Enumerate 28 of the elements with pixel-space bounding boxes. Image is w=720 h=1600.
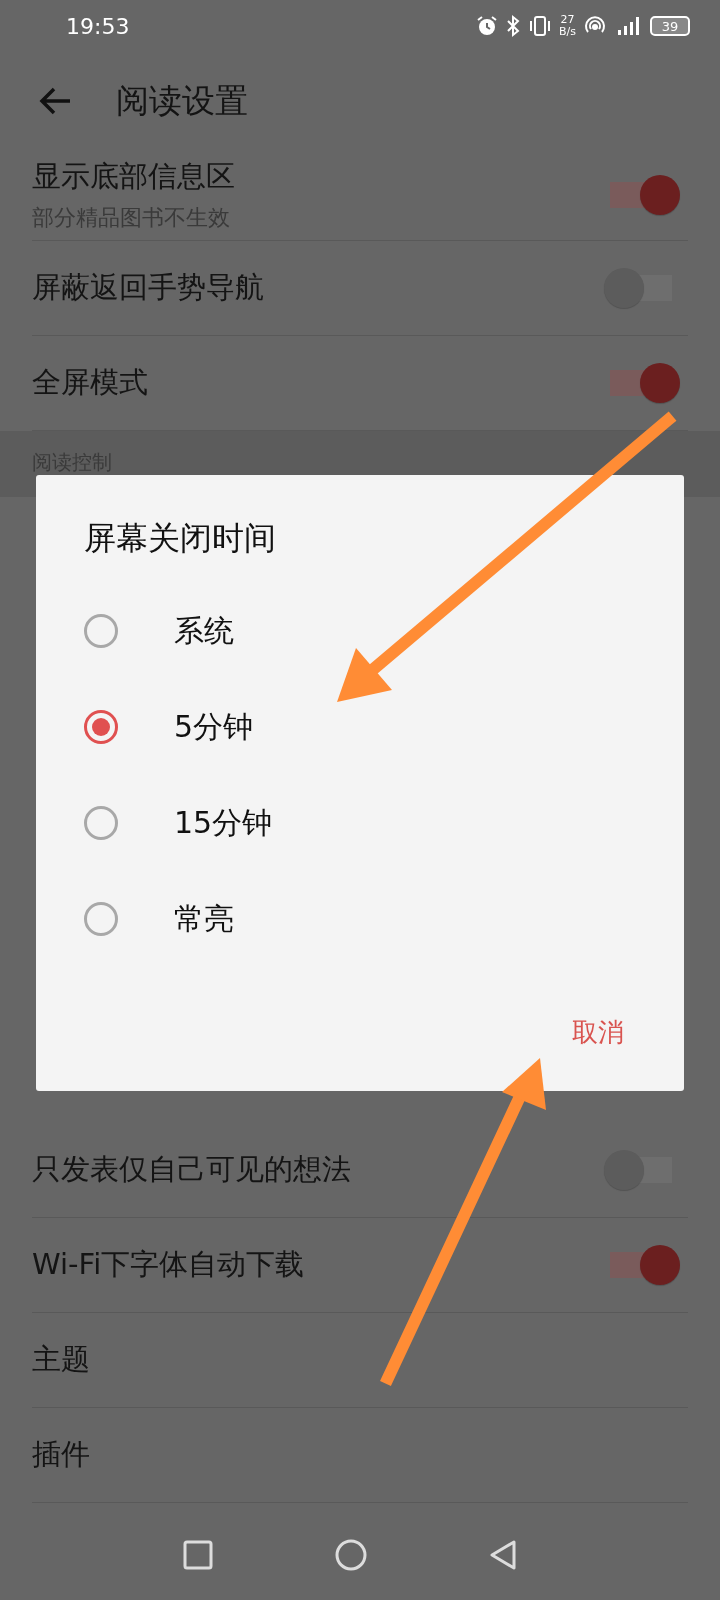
setting-label: 屏蔽返回手势导航 xyxy=(32,269,264,306)
setting-label[interactable]: 插件 xyxy=(32,1435,90,1475)
option-label[interactable]: 系统 xyxy=(174,610,234,652)
option-label[interactable]: 常亮 xyxy=(174,898,234,940)
dialog-title: 屏幕关闭时间 xyxy=(84,518,277,559)
setting-label: 全屏模式 xyxy=(32,364,148,401)
battery-icon: 39 xyxy=(650,16,690,36)
radio-button[interactable] xyxy=(84,710,118,744)
page-title: 阅读设置 xyxy=(116,79,248,122)
setting-label[interactable]: 主题 xyxy=(32,1340,90,1380)
status-time: 19:53 xyxy=(66,13,130,39)
speed-unit: B/s xyxy=(559,26,576,38)
radio-button[interactable] xyxy=(84,614,118,648)
option-label[interactable]: 15分钟 xyxy=(174,802,273,844)
bluetooth-icon xyxy=(505,14,521,38)
home-icon[interactable] xyxy=(334,1538,368,1572)
radio-button[interactable] xyxy=(84,902,118,936)
recent-apps-icon[interactable] xyxy=(182,1539,214,1571)
setting-label: 显示底部信息区 xyxy=(32,158,235,195)
cancel-button[interactable]: 取消 xyxy=(560,1007,636,1058)
option-label[interactable]: 5分钟 xyxy=(174,706,254,748)
vibrate-icon xyxy=(527,14,553,38)
speed-value: 27 xyxy=(560,14,575,26)
radio-button[interactable] xyxy=(84,806,118,840)
setting-label[interactable]: 只发表仅自己可见的想法 xyxy=(32,1150,351,1190)
alarm-icon xyxy=(475,14,499,38)
setting-label[interactable]: Wi-Fi下字体自动下载 xyxy=(32,1245,305,1285)
back-icon[interactable] xyxy=(488,1539,518,1571)
